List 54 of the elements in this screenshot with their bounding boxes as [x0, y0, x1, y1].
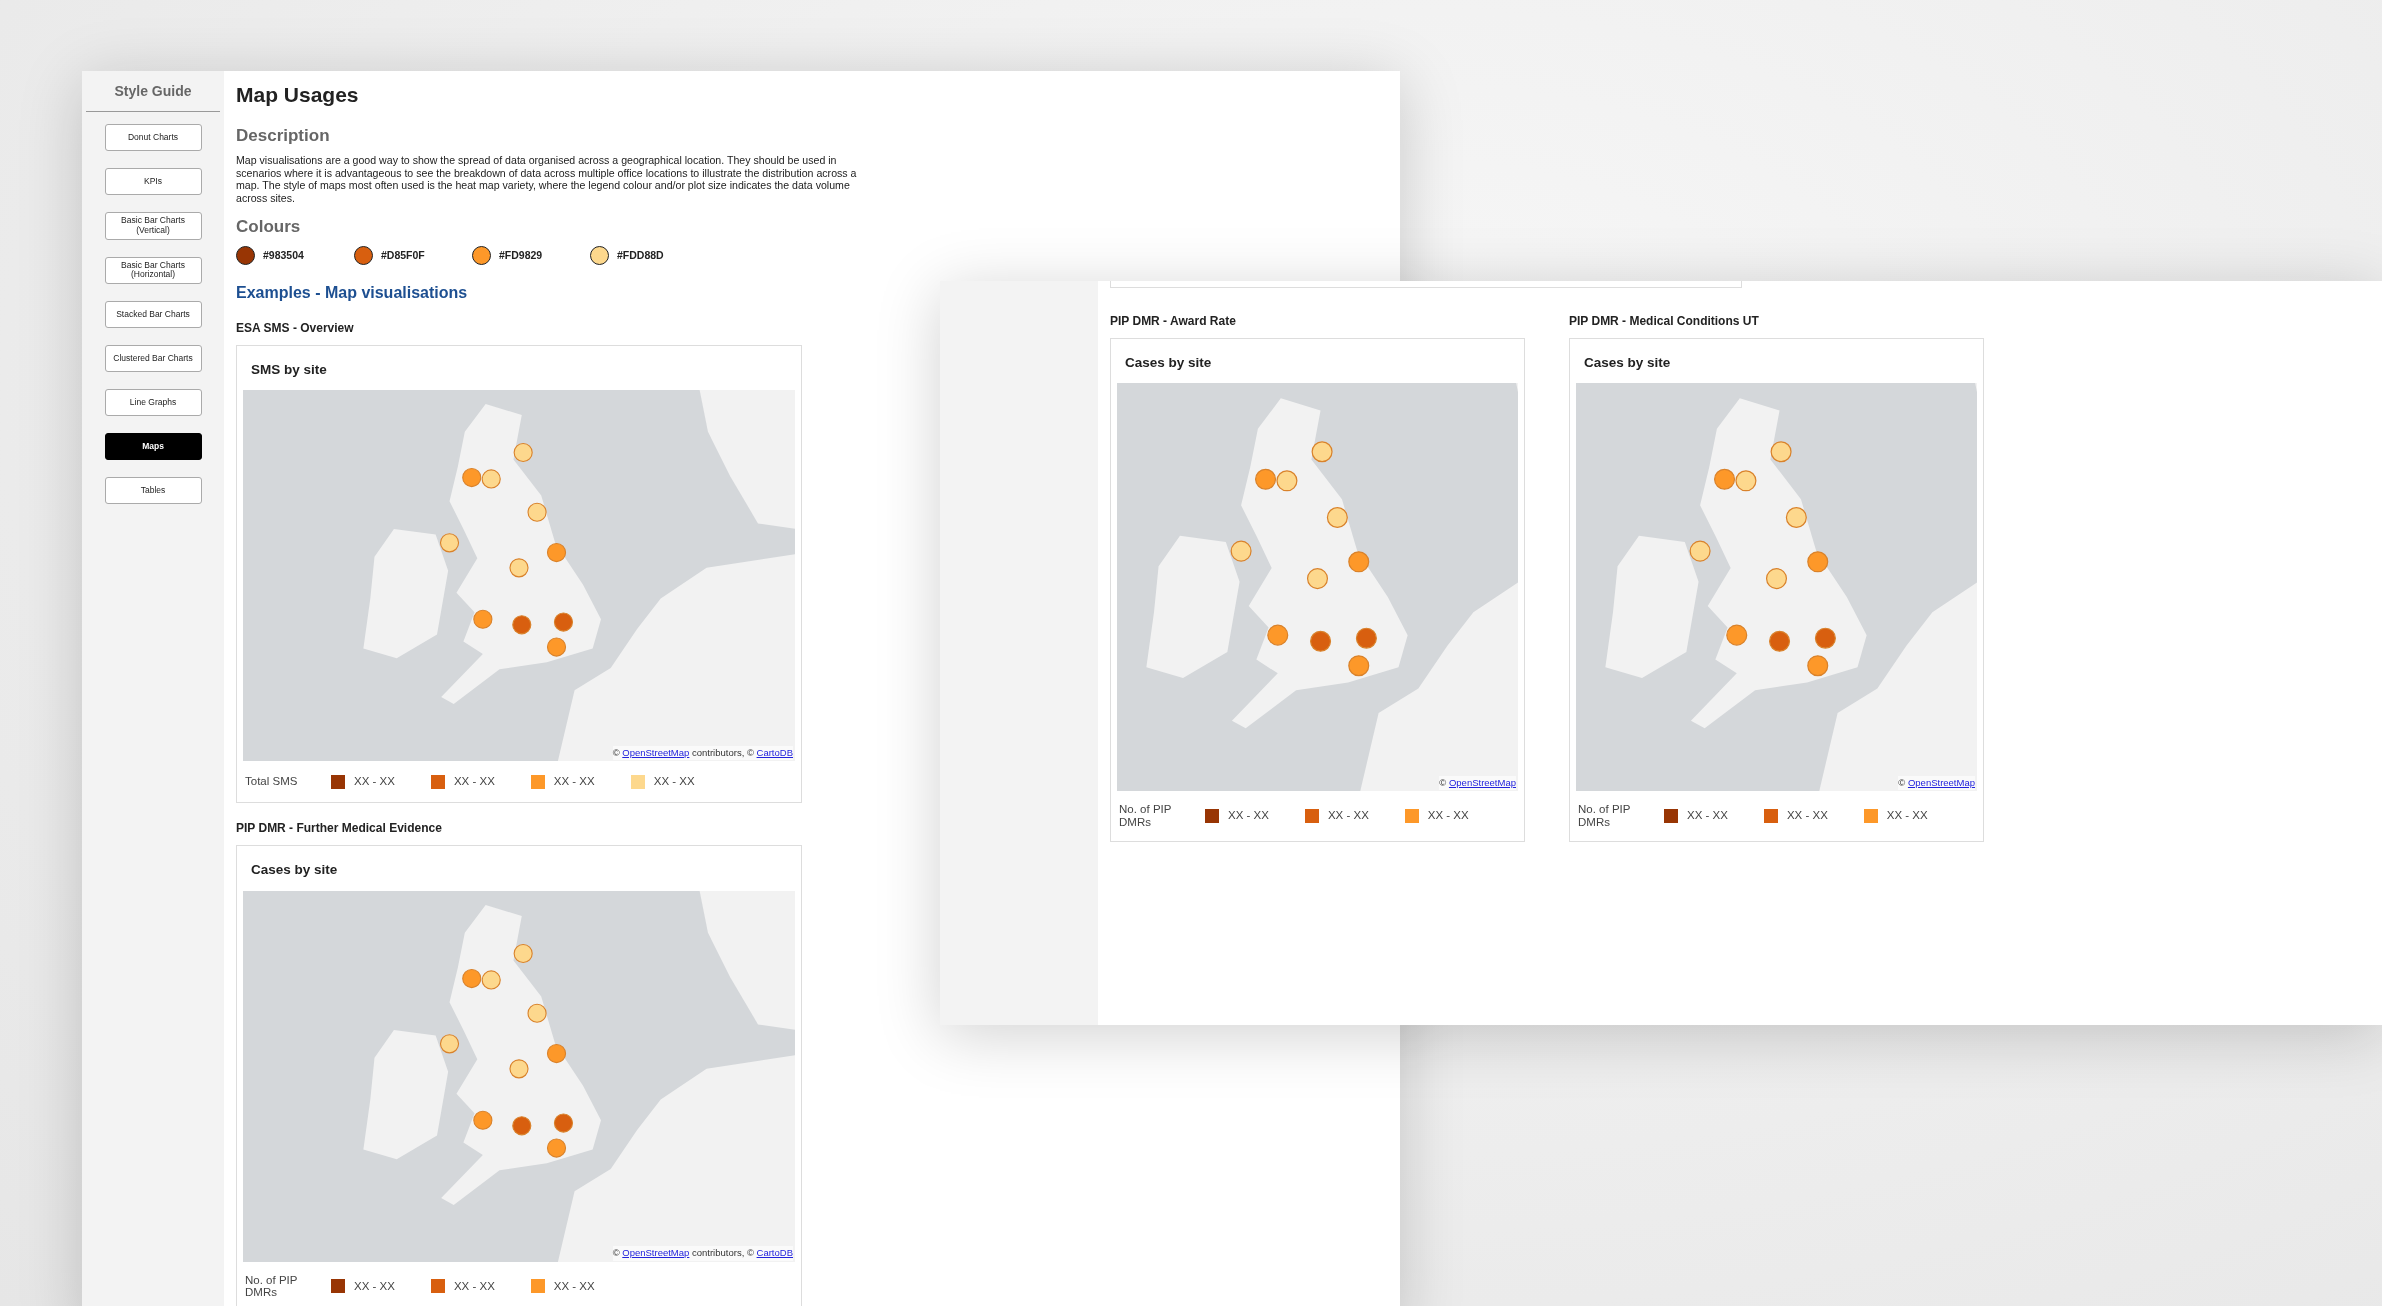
- attribution-link[interactable]: OpenStreetMap: [622, 746, 690, 758]
- colour-code: #FDD88D: [617, 247, 664, 263]
- legend-range: XX - XX: [453, 774, 495, 790]
- section-heading: Colours: [236, 216, 302, 239]
- attribution-text: © OpenStreetMap contributors, © CartoDB: [612, 1246, 793, 1261]
- sidebar-button[interactable]: Basic Bar Charts (Vertical): [104, 212, 202, 240]
- sidebar-title: Style Guide: [113, 82, 193, 101]
- attribution-link[interactable]: OpenStreetMap: [1907, 777, 1975, 788]
- legend-range: XX - XX: [1427, 808, 1469, 824]
- legend-range: XX - XX: [553, 774, 595, 790]
- legend-range: XX - XX: [354, 774, 395, 790]
- sidebar-button[interactable]: Tables: [104, 477, 202, 505]
- attribution-link[interactable]: OpenStreetMap: [1448, 777, 1516, 788]
- examples-heading: Examples - Map visualisations: [236, 282, 469, 303]
- card-title: Cases by site: [1124, 354, 1213, 372]
- colour-code: #983504: [263, 247, 304, 263]
- sidebar-button[interactable]: Line Graphs: [104, 389, 202, 417]
- legend-range: XX - XX: [1687, 808, 1728, 824]
- legend-range: XX - XX: [653, 774, 695, 790]
- colour-code: #FD9829: [499, 247, 543, 263]
- sidebar-button[interactable]: Clustered Bar Charts: [104, 345, 202, 373]
- legend-range: XX - XX: [1886, 808, 1928, 824]
- page-title: Map Usages: [236, 82, 360, 108]
- attribution-text: © OpenStreetMap: [1898, 776, 1975, 791]
- legend-range: XX - XX: [1786, 808, 1828, 824]
- sidebar-button[interactable]: Basic Bar Charts (Horizontal): [104, 256, 202, 285]
- section-title: PIP DMR - Award Rate: [1110, 313, 1237, 330]
- legend-label: Total SMS: [245, 775, 299, 789]
- legend-range: XX - XX: [553, 1278, 595, 1294]
- colour-code: #D85F0F: [381, 247, 425, 263]
- attribution-link[interactable]: CartoDB: [756, 746, 793, 758]
- sidebar-button[interactable]: Maps: [104, 433, 202, 461]
- section-title: PIP DMR - Further Medical Evidence: [236, 820, 443, 838]
- sidebar-button[interactable]: Stacked Bar Charts: [104, 301, 202, 329]
- legend-range: XX - XX: [1228, 808, 1269, 824]
- legend-label: No. of PIP DMRs: [1578, 803, 1632, 829]
- card-title: Cases by site: [250, 861, 339, 880]
- card-title: SMS by site: [250, 360, 328, 379]
- legend-label: No. of PIP DMRs: [1119, 803, 1173, 829]
- description-text: Map visualisations are a good way to show the spread of data organised across a geographical location. They should be used in scenarios where it is advantageous to see the breakdown of data across multiple office locations to illustrate the distribution across a map. The style of maps most often used is the heat map variety, where the legend colour and/or plot size indicates the data volume across sites.: [236, 154, 858, 205]
- attribution-link[interactable]: CartoDB: [756, 1247, 793, 1259]
- sidebar-button[interactable]: Donut Charts: [104, 124, 202, 151]
- section-title: PIP DMR - Medical Conditions UT: [1569, 313, 1760, 330]
- card-title: Cases by site: [1583, 354, 1672, 372]
- attribution-text: © OpenStreetMap: [1439, 776, 1516, 791]
- legend-label: No. of PIP DMRs: [245, 1273, 299, 1299]
- sidebar-button[interactable]: KPIs: [104, 168, 202, 195]
- legend-range: XX - XX: [453, 1278, 495, 1294]
- section-title: ESA SMS - Overview: [236, 319, 355, 337]
- section-heading: Description: [236, 124, 331, 147]
- attribution-text: © OpenStreetMap contributors, © CartoDB: [612, 745, 793, 761]
- attribution-link[interactable]: OpenStreetMap: [622, 1247, 690, 1259]
- legend-range: XX - XX: [354, 1278, 395, 1294]
- legend-range: XX - XX: [1327, 808, 1369, 824]
